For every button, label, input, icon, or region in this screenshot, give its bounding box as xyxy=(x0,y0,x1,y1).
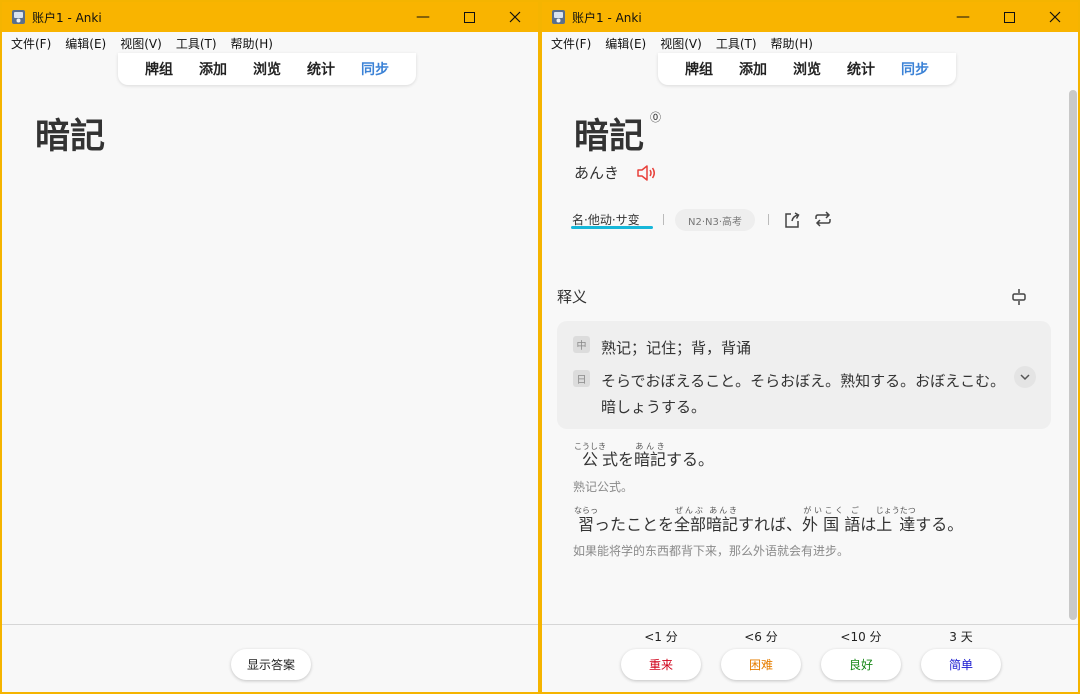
furigana: あんき xyxy=(634,442,666,451)
ruby-word: 暗記あんき xyxy=(634,442,667,469)
card-front-word: 暗記 xyxy=(35,116,106,157)
toolbar-sync[interactable]: 同步 xyxy=(901,59,929,79)
main-toolbar: 牌组 添加 浏览 统计 同步 xyxy=(658,53,956,85)
anki-window-right: 账户1 - Anki — 文件(F) 编辑(E) 视图(V) 工具(T) 帮助(… xyxy=(540,0,1080,694)
ruby-word: 公こうしき xyxy=(574,442,606,469)
show-answer-button[interactable]: 显示答案 xyxy=(231,649,311,680)
furigana: じょうたつ xyxy=(875,506,916,515)
anki-app-icon xyxy=(12,10,25,24)
review-bottom-bar: 显示答案 xyxy=(2,624,538,692)
example-sentence-2: 習ならっったことを全部暗記ぜんぶ あんきすれば、外 国 語がいこく ごは上 達じ… xyxy=(574,506,963,535)
maximize-icon xyxy=(1003,11,1015,23)
definition-title: 释义 xyxy=(557,288,588,306)
toolbar-stats[interactable]: 统计 xyxy=(307,59,335,79)
japanese-badge: 日 xyxy=(573,370,590,387)
menu-help[interactable]: 帮助(H) xyxy=(771,35,813,52)
interval-good: <10 分 xyxy=(840,630,882,644)
close-icon xyxy=(509,11,521,23)
window-title: 账户1 - Anki xyxy=(572,11,642,25)
toolbar-sync[interactable]: 同步 xyxy=(361,59,389,79)
menu-bar: 文件(F) 编辑(E) 视图(V) 工具(T) 帮助(H) xyxy=(542,32,1078,54)
furigana: がいこく ご xyxy=(802,506,861,515)
menu-edit[interactable]: 编辑(E) xyxy=(65,35,106,52)
window-title: 账户1 - Anki xyxy=(32,11,102,25)
card-back: 暗記 ⓪ あんき 名·他动·サ变 N2·N3·高考 释义 中 熟记；记住；背，背… xyxy=(542,86,1068,626)
level-tag: N2·N3·高考 xyxy=(675,209,756,231)
main-toolbar: 牌组 添加 浏览 统计 同步 xyxy=(118,53,416,85)
definition-japanese: そらでおぼえること。そらおぼえ。熟知する。おぼえこむ。暗しょうする。 xyxy=(601,372,1006,416)
chinese-badge: 中 xyxy=(573,336,590,353)
easy-button[interactable]: 简单 xyxy=(921,649,1001,680)
close-icon xyxy=(1049,11,1061,23)
interval-again: <1 分 xyxy=(644,630,678,644)
share-icon[interactable] xyxy=(783,211,801,229)
title-bar[interactable]: 账户1 - Anki — xyxy=(542,2,1078,32)
sentence-text: は xyxy=(860,515,877,534)
maximize-icon xyxy=(463,11,475,23)
sentence-text: する。 xyxy=(666,450,715,469)
sentence-text: すれば、 xyxy=(738,515,803,534)
menu-tools[interactable]: 工具(T) xyxy=(716,35,757,52)
good-button[interactable]: 良好 xyxy=(821,649,901,680)
example-translation-2: 如果能将学的东西都背下来，那么外语就会有进步。 xyxy=(573,544,850,558)
toolbar-browse[interactable]: 浏览 xyxy=(253,59,281,79)
definition-chinese: 熟记；记住；背，背诵 xyxy=(601,339,752,357)
title-bar[interactable]: 账户1 - Anki — xyxy=(2,2,538,32)
example-sentence-1: 公こうしき式を暗記あんきする。 xyxy=(574,442,714,470)
pos-underline xyxy=(571,226,653,229)
toolbar-add[interactable]: 添加 xyxy=(199,59,227,79)
ruby-word: 習ならっ xyxy=(574,506,598,534)
toolbar-add[interactable]: 添加 xyxy=(739,59,767,79)
sentence-text: 式を xyxy=(601,450,634,469)
ruby-word: 外 国 語がいこく ご xyxy=(802,506,861,534)
close-button[interactable] xyxy=(1032,2,1078,32)
maximize-button[interactable] xyxy=(986,2,1032,32)
interval-easy: 3 天 xyxy=(949,630,973,644)
minimize-button[interactable]: — xyxy=(400,2,446,32)
again-button[interactable]: 重来 xyxy=(621,649,701,680)
loop-icon[interactable] xyxy=(814,211,832,227)
collapse-icon[interactable] xyxy=(1010,288,1028,306)
scroll-thumb[interactable] xyxy=(1069,90,1077,620)
menu-file[interactable]: 文件(F) xyxy=(551,35,591,52)
ruby-word: 上 達じょうたつ xyxy=(875,506,916,534)
menu-file[interactable]: 文件(F) xyxy=(11,35,51,52)
pitch-accent-mark: ⓪ xyxy=(650,111,661,124)
menu-help[interactable]: 帮助(H) xyxy=(231,35,273,52)
furigana: ぜんぶ あんき xyxy=(674,506,739,515)
divider xyxy=(663,214,664,225)
menu-edit[interactable]: 编辑(E) xyxy=(605,35,646,52)
minimize-button[interactable]: — xyxy=(940,2,986,32)
menu-bar: 文件(F) 编辑(E) 视图(V) 工具(T) 帮助(H) xyxy=(2,32,538,54)
scrollbar[interactable] xyxy=(1068,86,1078,626)
menu-tools[interactable]: 工具(T) xyxy=(176,35,217,52)
maximize-button[interactable] xyxy=(446,2,492,32)
anki-app-icon xyxy=(552,10,565,24)
furigana: ならっ xyxy=(574,506,598,515)
toolbar-decks[interactable]: 牌组 xyxy=(145,59,173,79)
menu-view[interactable]: 视图(V) xyxy=(120,35,162,52)
word-reading: あんき xyxy=(574,164,620,182)
hard-button[interactable]: 困难 xyxy=(721,649,801,680)
anki-window-left: 账户1 - Anki — 文件(F) 编辑(E) 视图(V) 工具(T) 帮助(… xyxy=(0,0,540,694)
toolbar-stats[interactable]: 统计 xyxy=(847,59,875,79)
speaker-icon[interactable] xyxy=(636,164,656,182)
ruby-word: 全部暗記ぜんぶ あんき xyxy=(674,506,739,534)
chevron-down-icon xyxy=(1020,374,1030,381)
sentence-text: する。 xyxy=(915,515,964,534)
menu-view[interactable]: 视图(V) xyxy=(660,35,702,52)
sentence-text: ったことを xyxy=(594,515,675,534)
interval-hard: <6 分 xyxy=(744,630,778,644)
definition-box: 中 熟记；记住；背，背诵 日 そらでおぼえること。そらおぼえ。熟知する。おぼえこ… xyxy=(557,321,1051,429)
expand-icon[interactable] xyxy=(1014,366,1036,388)
divider xyxy=(768,214,769,225)
card-word: 暗記 xyxy=(574,116,645,157)
close-button[interactable] xyxy=(492,2,538,32)
toolbar-decks[interactable]: 牌组 xyxy=(685,59,713,79)
toolbar-browse[interactable]: 浏览 xyxy=(793,59,821,79)
example-translation-1: 熟记公式。 xyxy=(573,480,634,494)
furigana: こうしき xyxy=(574,442,606,451)
